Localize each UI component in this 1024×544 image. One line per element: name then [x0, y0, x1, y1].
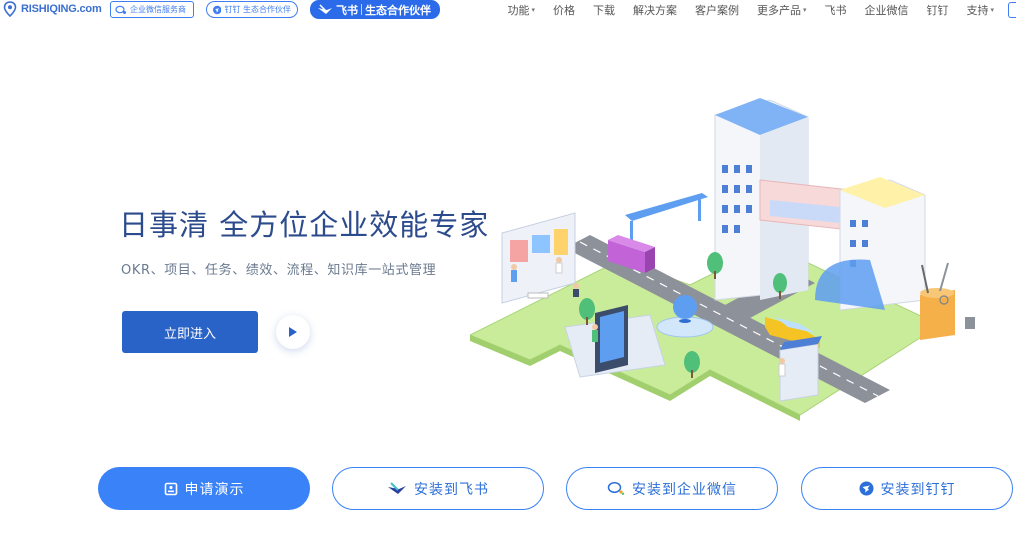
- play-icon: [289, 327, 297, 337]
- main-nav: 功能 ▾ 价格 下载 解决方案 客户案例 更多产品 ▾ 飞书 企业微信 钉钉 支持 ▾: [489, 2, 1016, 18]
- chevron-down-icon: ▾: [802, 6, 807, 14]
- badge-separator: [361, 4, 362, 15]
- location-pin-icon: [3, 1, 17, 17]
- nav-item-dingtalk[interactable]: 钉钉: [926, 2, 948, 18]
- top-header: RISHIQING.com 企业微信服务商 钉钉 生态合作伙伴 飞书 生态合作伙…: [0, 0, 1024, 22]
- feishu-icon: [388, 481, 406, 494]
- isometric-office-illustration: [470, 98, 975, 421]
- nav-item-cases[interactable]: 客户案例: [695, 2, 739, 18]
- wecom-partner-badge[interactable]: 企业微信服务商: [110, 1, 194, 18]
- play-video-button[interactable]: [276, 315, 310, 349]
- nav-item-download[interactable]: 下载: [593, 2, 615, 18]
- nav-item-support[interactable]: 支持 ▾: [966, 2, 994, 18]
- nav-item-pricing[interactable]: 价格: [553, 2, 575, 18]
- hero-title: 日事清 全方位企业效能专家: [119, 208, 490, 242]
- feishu-icon: [318, 3, 332, 14]
- nav-item-wecom[interactable]: 企业微信: [864, 2, 908, 18]
- nav-item-feishu[interactable]: 飞书: [824, 2, 846, 18]
- nav-item-features[interactable]: 功能 ▾: [507, 2, 535, 18]
- login-button-partial[interactable]: [1008, 2, 1016, 18]
- feishu-partner-badge[interactable]: 飞书 生态合作伙伴: [310, 0, 440, 19]
- logo[interactable]: RISHIQING.com: [3, 1, 102, 17]
- wecom-icon: [115, 5, 126, 14]
- nav-item-solutions[interactable]: 解决方案: [633, 2, 677, 18]
- id-card-icon: [164, 482, 177, 495]
- install-dingtalk-button[interactable]: 安装到钉钉: [801, 467, 1013, 510]
- dingtalk-icon: [213, 5, 222, 14]
- chevron-down-icon: ▾: [531, 6, 535, 14]
- logo-text: RISHIQING.com: [21, 3, 102, 15]
- enter-now-button[interactable]: 立即进入: [122, 311, 258, 353]
- hero-subtitle: OKR、项目、任务、绩效、流程、知识库一站式管理: [121, 263, 437, 278]
- nav-item-more-products[interactable]: 更多产品 ▾: [757, 2, 807, 18]
- request-demo-button[interactable]: 申请演示: [98, 467, 310, 510]
- install-feishu-button[interactable]: 安装到飞书: [332, 467, 544, 510]
- dingtalk-partner-badge[interactable]: 钉钉 生态合作伙伴: [206, 1, 298, 18]
- dingtalk-icon: [859, 481, 873, 496]
- chevron-down-icon: ▾: [990, 6, 994, 14]
- wecom-icon: [607, 481, 625, 495]
- install-wecom-button[interactable]: 安装到企业微信: [566, 467, 778, 510]
